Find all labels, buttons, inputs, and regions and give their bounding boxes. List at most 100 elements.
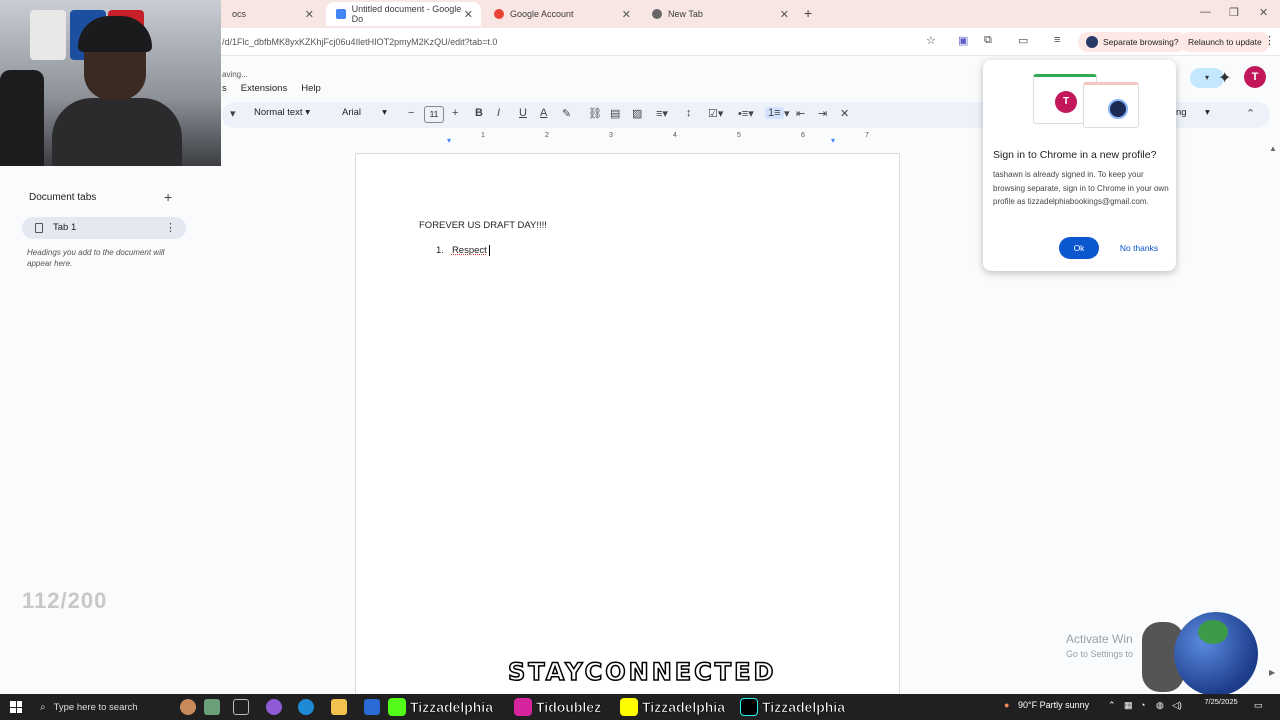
decrease-font-size-icon[interactable]: −: [408, 107, 414, 119]
italic-icon[interactable]: I: [497, 107, 500, 119]
menu-item-extensions[interactable]: Extensions: [241, 83, 287, 94]
ruler-number: 7: [865, 132, 869, 139]
tray-app-icon[interactable]: ◍: [1156, 700, 1164, 711]
no-thanks-button[interactable]: No thanks: [1111, 237, 1167, 259]
add-tab-plus-icon[interactable]: +: [164, 189, 172, 205]
highlight-icon[interactable]: ✎: [562, 107, 571, 120]
task-view-icon[interactable]: [233, 699, 249, 715]
snapchat-handle-text: Tizzadelphia: [642, 699, 726, 716]
zoom-dropdown-icon[interactable]: ▾: [230, 107, 236, 120]
minimize-icon[interactable]: —: [1200, 6, 1211, 18]
webcam-overlay: [0, 0, 221, 166]
close-icon[interactable]: ✕: [780, 8, 789, 21]
url-field[interactable]: /d/1Flc_dbfbMK8yxKZKhjFcj06u4IletHIOT2pm…: [222, 32, 952, 52]
link-icon[interactable]: ⛓: [588, 107, 602, 120]
underline-icon[interactable]: U: [519, 107, 527, 119]
store-icon[interactable]: [364, 699, 380, 715]
sidebar-item-tab-1[interactable]: Tab 1 ⋮: [22, 217, 186, 239]
profile-avatar-icon: [1108, 99, 1128, 119]
close-icon[interactable]: ✕: [305, 8, 314, 21]
more-options-icon[interactable]: ⋮: [165, 221, 176, 234]
kick-icon: [388, 698, 406, 716]
increase-indent-icon[interactable]: ⇥: [818, 107, 827, 120]
separate-browsing-chip[interactable]: Separate browsing?: [1078, 32, 1187, 52]
globe-icon: [1174, 612, 1258, 696]
list-item[interactable]: Respect: [452, 245, 487, 256]
indent-marker-icon[interactable]: ▾: [447, 136, 451, 145]
taskbar-search[interactable]: ⌕ Type here to search: [34, 697, 184, 717]
scroll-down-icon[interactable]: ▶: [1269, 668, 1275, 677]
windows-start-icon[interactable]: [10, 701, 22, 713]
chrome-profile-popup: T Sign in to Chrome in a new profile? ta…: [983, 60, 1176, 271]
close-window-icon[interactable]: ✕: [1259, 6, 1268, 19]
relaunch-button[interactable]: Relaunch to update: [1180, 32, 1270, 52]
scroll-up-icon[interactable]: ▲: [1269, 144, 1277, 153]
url-text: /d/1Flc_dbfbMK8yxKZKhjFcj06u4IletHIOT2pm…: [222, 37, 498, 47]
new-tab-plus-icon[interactable]: +: [804, 5, 812, 21]
cortana-avatar-icon[interactable]: [180, 699, 196, 715]
browser-tab-new-tab[interactable]: New Tab ✕: [642, 2, 797, 26]
font-size-field[interactable]: 11: [424, 106, 444, 123]
page-scrollbar[interactable]: ▲ ▶: [1269, 144, 1277, 684]
file-explorer-icon[interactable]: [331, 699, 347, 715]
media-controls-icon[interactable]: ≡: [1054, 34, 1060, 46]
increase-font-size-icon[interactable]: +: [452, 107, 458, 119]
document-page[interactable]: FOREVER US DRAFT DAY!!!! 1. Respect: [355, 153, 900, 713]
menu-item-tools[interactable]: s: [222, 83, 227, 94]
account-avatar[interactable]: T: [1244, 66, 1266, 88]
line-spacing-icon[interactable]: ↕: [686, 107, 692, 119]
image-icon[interactable]: ▨: [632, 107, 642, 120]
font-select[interactable]: Arial ▾: [342, 107, 387, 118]
bold-icon[interactable]: B: [475, 107, 483, 119]
extension-icon[interactable]: ▣: [958, 34, 968, 47]
tray-app-icon[interactable]: ▦: [1124, 700, 1133, 711]
numbered-list-icon[interactable]: 1≡: [765, 107, 784, 119]
instagram-handle-text: Tidoublez: [536, 699, 602, 716]
decrease-indent-icon[interactable]: ⇤: [796, 107, 805, 120]
comment-icon[interactable]: ▤: [610, 107, 620, 120]
gemini-icon[interactable]: ✦: [1218, 68, 1231, 88]
taskbar-clock[interactable]: 7/25/2025: [1198, 697, 1244, 707]
browser-tab-google-account[interactable]: Google Account ✕: [484, 2, 639, 26]
jersey-image: [30, 10, 66, 60]
bulleted-list-icon[interactable]: •≡▾: [738, 107, 754, 120]
browser-tab-untitled-document[interactable]: Untitled document - Google Do ✕: [326, 2, 481, 26]
goal-counter: 112/200: [22, 588, 108, 613]
popup-body: tashawn is already signed in. To keep yo…: [993, 170, 1169, 206]
docs-icon: [336, 9, 346, 19]
network-icon[interactable]: ◔: [1140, 700, 1145, 710]
numbered-list-dropdown-icon[interactable]: ▾: [784, 107, 790, 120]
puzzle-icon[interactable]: ⧉: [984, 34, 992, 47]
editing-mode-select[interactable]: ng ▾: [1176, 107, 1210, 118]
edge-icon[interactable]: [298, 699, 314, 715]
ruler-number: 3: [609, 132, 613, 139]
style-select[interactable]: Normal text ▾: [254, 107, 310, 118]
app-icon[interactable]: [204, 699, 220, 715]
notifications-icon[interactable]: ▭: [1254, 700, 1263, 711]
close-icon[interactable]: ✕: [622, 8, 631, 21]
volume-icon[interactable]: ◁): [1172, 700, 1182, 711]
show-hidden-icons-icon[interactable]: ⌃: [1108, 700, 1116, 711]
browser-tab-docs[interactable]: ocs ✕: [222, 2, 322, 26]
style-select-value: Normal text: [254, 107, 303, 118]
numbered-list[interactable]: 1. Respect: [436, 245, 490, 256]
document-heading[interactable]: FOREVER US DRAFT DAY!!!!: [419, 220, 547, 231]
windows-taskbar: ⌕ Type here to search Tizzadelphia Tidou…: [0, 694, 1280, 720]
weather-text[interactable]: 90°F Partly sunny: [1018, 700, 1089, 710]
menu-item-help[interactable]: Help: [301, 83, 321, 94]
close-icon[interactable]: ✕: [464, 8, 473, 21]
copilot-icon[interactable]: [266, 699, 282, 715]
right-indent-marker-icon[interactable]: ▾: [831, 136, 835, 145]
tab-search-icon[interactable]: ▭: [1018, 34, 1028, 47]
text-color-icon[interactable]: A: [540, 107, 547, 119]
bookmark-star-icon[interactable]: ☆: [926, 34, 936, 47]
ok-button[interactable]: Ok: [1059, 237, 1099, 259]
more-menu-icon[interactable]: ⋮: [1264, 34, 1275, 47]
profile-illustration: T: [1021, 72, 1139, 140]
checklist-icon[interactable]: ☑▾: [708, 107, 723, 120]
maximize-icon[interactable]: ❐: [1229, 6, 1239, 19]
clear-formatting-icon[interactable]: ✕: [840, 107, 849, 120]
ruler-number: 4: [673, 132, 677, 139]
collapse-toolbar-icon[interactable]: ⌃: [1246, 107, 1255, 120]
align-icon[interactable]: ≡▾: [656, 107, 668, 120]
